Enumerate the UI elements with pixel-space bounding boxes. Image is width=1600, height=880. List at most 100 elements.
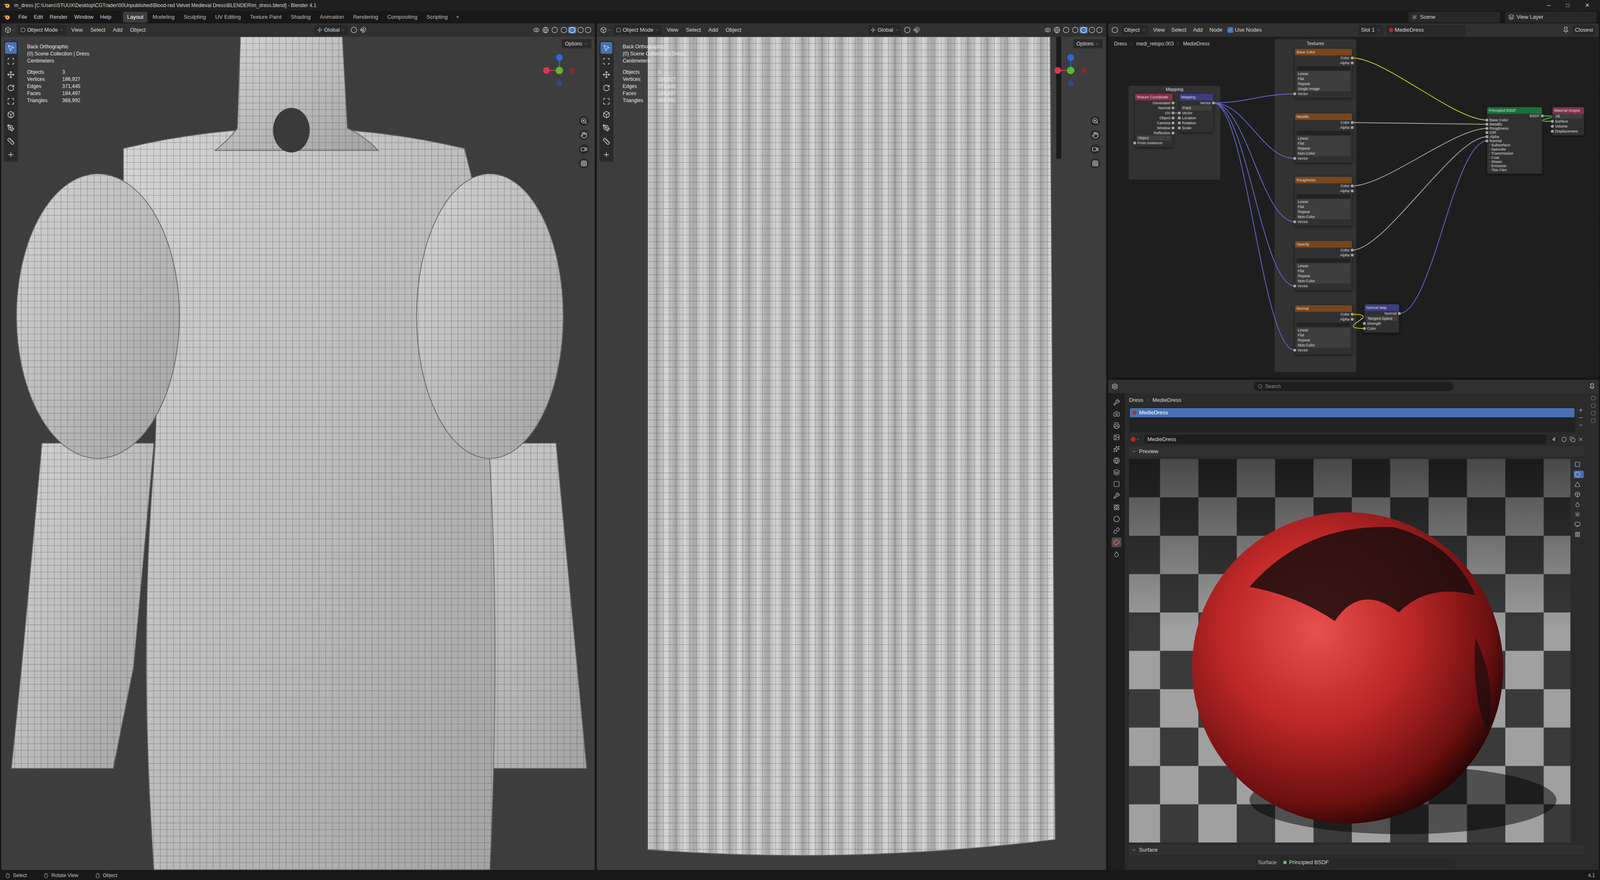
- input-socket[interactable]: [1550, 125, 1554, 128]
- preview-type-icon[interactable]: [1574, 511, 1581, 518]
- viewport-canvas[interactable]: Back Orthographic(0) Scene Collection | …: [596, 36, 1107, 870]
- output-socket[interactable]: [1171, 121, 1175, 125]
- node-param-row[interactable]: Linear: [1294, 199, 1353, 205]
- workspace-tab[interactable]: Texture Paint: [245, 11, 286, 23]
- node-param-row[interactable]: Flat: [1294, 76, 1353, 82]
- snap-icon[interactable]: [359, 26, 367, 34]
- node-canvas[interactable]: Dressmedi_retopo.003MedieDressMappingTex…: [1108, 36, 1599, 378]
- shader-node[interactable]: Normal MapNormalTangent SpaceStrengthCol…: [1364, 304, 1400, 333]
- navigation-button[interactable]: [578, 144, 589, 155]
- node-header[interactable]: Base Color: [1294, 48, 1353, 56]
- mode-dropdown[interactable]: Object Mode: [17, 25, 67, 36]
- tool-icon[interactable]: [7, 150, 15, 159]
- node-param-row[interactable]: Point: [1179, 105, 1214, 111]
- tool-button[interactable]: [600, 122, 613, 134]
- properties-tab[interactable]: [1111, 478, 1122, 489]
- properties-tab[interactable]: [1111, 502, 1122, 513]
- fake-user-icon[interactable]: [1561, 436, 1568, 443]
- properties-tab-icon[interactable]: [1113, 527, 1120, 534]
- navigation-button[interactable]: [578, 158, 589, 169]
- preview-type-button[interactable]: [1573, 490, 1584, 499]
- preview-type-button[interactable]: [1573, 510, 1584, 519]
- image-file-field[interactable]: [1296, 194, 1351, 199]
- viewport-menu-item[interactable]: Add: [110, 25, 126, 35]
- properties-editor-icon[interactable]: [1111, 383, 1119, 390]
- node-header[interactable]: Material Output: [1552, 107, 1585, 114]
- preview-type-button[interactable]: [1573, 520, 1584, 529]
- chevron-right-icon[interactable]: [1487, 160, 1492, 164]
- node-menu-item[interactable]: View: [1151, 25, 1167, 35]
- output-socket[interactable]: [1171, 101, 1175, 105]
- navigation-button[interactable]: [1090, 130, 1101, 141]
- tool-button[interactable]: [600, 108, 613, 121]
- tool-icon[interactable]: [7, 110, 15, 119]
- input-socket[interactable]: [1550, 120, 1554, 123]
- material-shading-icon[interactable]: [1088, 26, 1096, 34]
- wireframe-shading-icon[interactable]: [560, 26, 568, 34]
- output-socket[interactable]: [1350, 184, 1354, 188]
- node-param-row[interactable]: Repeat: [1294, 145, 1353, 151]
- properties-search[interactable]: Search: [1253, 381, 1454, 391]
- tool-button[interactable]: [600, 95, 613, 108]
- output-socket[interactable]: [1171, 131, 1175, 135]
- tool-button[interactable]: [5, 95, 17, 108]
- tool-icon[interactable]: [602, 97, 611, 106]
- tool-button[interactable]: [600, 148, 613, 161]
- output-socket[interactable]: [1397, 312, 1401, 316]
- tool-icon[interactable]: [602, 44, 611, 52]
- properties-tab[interactable]: [1111, 490, 1122, 501]
- tool-icon[interactable]: [7, 84, 15, 92]
- navigation-icon[interactable]: [1091, 160, 1099, 167]
- wireframe-shading-icon[interactable]: [1071, 26, 1079, 34]
- tool-icon[interactable]: [7, 97, 15, 106]
- node-header[interactable]: Principled BSDF: [1487, 107, 1543, 114]
- node-header[interactable]: Opacity: [1294, 240, 1353, 248]
- blender-logo-icon[interactable]: [3, 1, 11, 10]
- workspace-tab[interactable]: UV Editing: [210, 11, 245, 23]
- node-param-row[interactable]: Non-Color: [1294, 150, 1353, 156]
- output-socket[interactable]: [1350, 189, 1354, 193]
- workspace-tab[interactable]: Compositing: [383, 11, 422, 23]
- workspace-tab[interactable]: Layout: [122, 11, 148, 23]
- pin-icon[interactable]: [1562, 26, 1570, 34]
- node-header[interactable]: Normal: [1294, 305, 1353, 312]
- input-socket[interactable]: [1485, 122, 1489, 126]
- material-slot[interactable]: MedieDress: [1129, 408, 1575, 418]
- scene-icon[interactable]: [1411, 14, 1418, 21]
- unlink-icon[interactable]: [1577, 436, 1584, 443]
- chevron-down-icon[interactable]: [606, 27, 611, 33]
- tool-icon[interactable]: [7, 137, 15, 146]
- gizmo-toggle-icon[interactable]: [1053, 26, 1061, 34]
- node-param-row[interactable]: Non-Color: [1294, 342, 1353, 348]
- tool-button[interactable]: [600, 135, 613, 148]
- node-param-row[interactable]: Tangent Space: [1364, 315, 1400, 321]
- output-socket[interactable]: [1211, 101, 1215, 105]
- tool-button[interactable]: [5, 82, 17, 94]
- preview-type-icon[interactable]: [1574, 481, 1581, 488]
- properties-tab-icon[interactable]: [1113, 515, 1120, 523]
- node-panel-row[interactable]: Specular: [1487, 147, 1543, 152]
- chevron-down-icon[interactable]: [1141, 27, 1146, 33]
- use-nodes-checkbox[interactable]: Use Nodes: [1227, 25, 1262, 35]
- node-param-row[interactable]: Repeat: [1294, 337, 1353, 343]
- solid-shading-button[interactable]: [1079, 26, 1088, 34]
- node-param-row[interactable]: Flat: [1294, 332, 1353, 338]
- shader-node[interactable]: NormalColorAlphaLinearFlatRepeatNon-Colo…: [1294, 305, 1353, 355]
- properties-tab[interactable]: [1111, 513, 1122, 524]
- properties-tab[interactable]: [1111, 443, 1122, 454]
- mode-dropdown[interactable]: Object Mode: [613, 25, 662, 36]
- side-tool-icon[interactable]: [1590, 418, 1596, 424]
- pivot-icon[interactable]: [350, 26, 358, 34]
- output-socket[interactable]: [1350, 253, 1354, 257]
- properties-tab-icon[interactable]: [1113, 445, 1120, 453]
- properties-tab-icon[interactable]: [1113, 538, 1120, 546]
- node-menu-item[interactable]: Select: [1169, 25, 1189, 35]
- viewport-canvas[interactable]: Back Orthographic(0) Scene Collection | …: [1, 36, 595, 870]
- menu-item[interactable]: Render: [46, 12, 71, 23]
- window-control-button[interactable]: ─: [1539, 1, 1559, 10]
- input-socket[interactable]: [1362, 322, 1366, 326]
- chevron-down-icon[interactable]: [1376, 27, 1381, 33]
- scene-selector[interactable]: Scene: [1408, 11, 1500, 23]
- viewport-menu-item[interactable]: View: [68, 25, 86, 35]
- input-socket[interactable]: [1550, 130, 1554, 133]
